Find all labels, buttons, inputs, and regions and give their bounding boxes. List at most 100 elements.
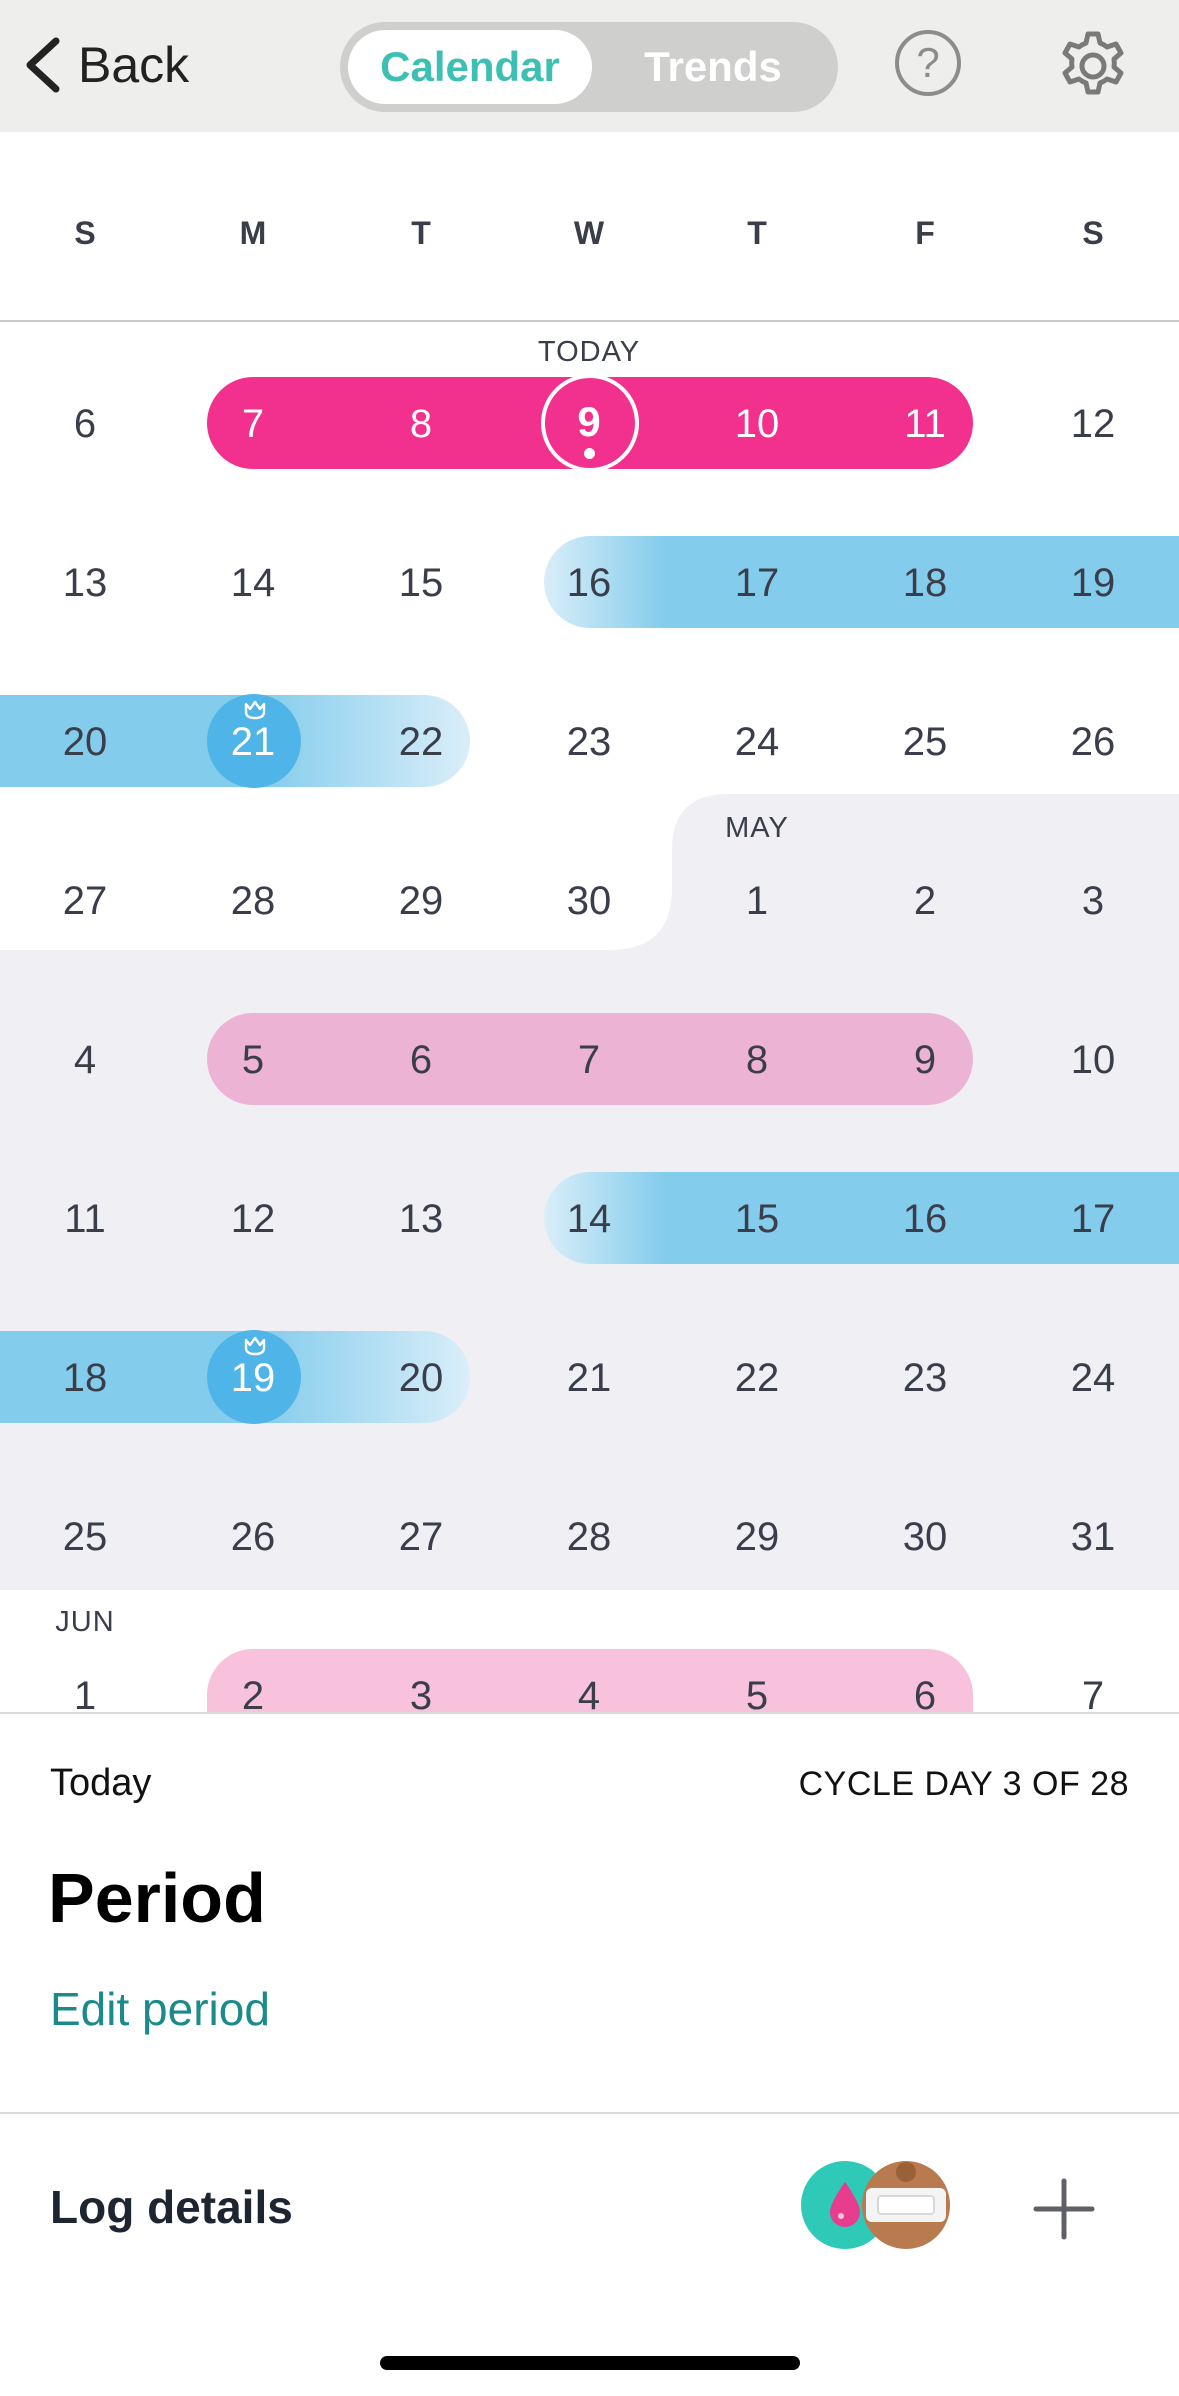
- day-cell[interactable]: 19: [1033, 559, 1153, 607]
- weekday-fri: F: [915, 215, 935, 251]
- section-divider: [0, 2112, 1179, 2114]
- day-cell-ovulation[interactable]: 19: [193, 1354, 313, 1402]
- day-cell[interactable]: 5: [697, 1672, 817, 1713]
- month-label-jun: JUN: [55, 1606, 115, 1638]
- tab-calendar[interactable]: Calendar: [348, 30, 592, 104]
- day-cell-ovulation[interactable]: 21: [193, 718, 313, 766]
- day-cell[interactable]: 20: [361, 1354, 481, 1402]
- day-cell[interactable]: 1: [697, 877, 817, 925]
- day-cell[interactable]: 17: [697, 559, 817, 607]
- back-button[interactable]: Back: [20, 30, 189, 100]
- symptom-body-icon: [862, 2161, 950, 2249]
- day-cell[interactable]: 10: [1033, 1036, 1153, 1084]
- day-cell[interactable]: 13: [361, 1195, 481, 1243]
- day-cell[interactable]: 8: [697, 1036, 817, 1084]
- top-bar: Back Calendar Trends ?: [0, 0, 1179, 132]
- day-cell[interactable]: 25: [25, 1513, 145, 1561]
- day-cell[interactable]: 29: [697, 1513, 817, 1561]
- back-chevron-icon: [26, 37, 60, 93]
- day-cell[interactable]: 6: [865, 1672, 985, 1713]
- back-label: Back: [78, 37, 190, 93]
- partial-week-row: 1 2 3 4 5 6 7: [0, 1640, 1179, 1713]
- day-cell[interactable]: 6: [361, 1036, 481, 1084]
- cycle-day-label: CYCLE DAY 3 OF 28: [798, 1765, 1129, 1803]
- weekday-wed: W: [573, 215, 605, 251]
- day-cell[interactable]: 23: [529, 718, 649, 766]
- edit-period-link[interactable]: Edit period: [50, 1982, 270, 2036]
- ovulation-flower-icon: [244, 1336, 266, 1356]
- day-cell[interactable]: 18: [865, 559, 985, 607]
- day-cell[interactable]: 26: [1033, 718, 1153, 766]
- day-cell[interactable]: 12: [193, 1195, 313, 1243]
- day-cell[interactable]: 15: [697, 1195, 817, 1243]
- day-cell[interactable]: 11: [865, 400, 985, 448]
- help-button[interactable]: ?: [895, 30, 961, 96]
- add-log-button[interactable]: [1030, 2175, 1098, 2243]
- day-cell[interactable]: 24: [1033, 1354, 1153, 1402]
- today-label: TODAY: [537, 336, 641, 368]
- day-cell[interactable]: 1: [25, 1672, 145, 1713]
- day-cell[interactable]: 26: [193, 1513, 313, 1561]
- day-cell[interactable]: 2: [865, 877, 985, 925]
- day-cell[interactable]: 13: [25, 559, 145, 607]
- weekday-thu: T: [747, 215, 767, 251]
- day-cell[interactable]: 28: [529, 1513, 649, 1561]
- sheet-top-divider: [0, 1712, 1179, 1714]
- tab-trends[interactable]: Trends: [596, 30, 830, 104]
- day-cell[interactable]: 30: [865, 1513, 985, 1561]
- day-cell[interactable]: 14: [193, 559, 313, 607]
- day-cell-today[interactable]: 9: [529, 398, 649, 446]
- day-cell[interactable]: 31: [1033, 1513, 1153, 1561]
- logged-items[interactable]: [800, 2160, 952, 2250]
- help-icon: ?: [916, 39, 940, 86]
- day-cell[interactable]: 10: [697, 400, 817, 448]
- day-cell[interactable]: 24: [697, 718, 817, 766]
- day-cell[interactable]: 14: [529, 1195, 649, 1243]
- day-cell[interactable]: 16: [865, 1195, 985, 1243]
- log-details-label: Log details: [50, 2181, 293, 2233]
- month-label-may: MAY: [725, 812, 789, 844]
- day-cell[interactable]: 28: [193, 877, 313, 925]
- day-cell[interactable]: 8: [361, 400, 481, 448]
- day-cell[interactable]: 4: [529, 1672, 649, 1713]
- weekday-sun: S: [74, 215, 96, 251]
- day-cell[interactable]: 30: [529, 877, 649, 925]
- day-cell[interactable]: 4: [25, 1036, 145, 1084]
- weekday-tue: T: [411, 215, 431, 251]
- day-cell[interactable]: 12: [1033, 400, 1153, 448]
- day-cell[interactable]: 5: [193, 1036, 313, 1084]
- ovulation-flower-icon: [244, 700, 266, 720]
- weekday-divider: [0, 320, 1179, 322]
- day-cell[interactable]: 22: [361, 718, 481, 766]
- day-cell[interactable]: 17: [1033, 1195, 1153, 1243]
- day-cell[interactable]: 7: [193, 400, 313, 448]
- day-cell[interactable]: 7: [529, 1036, 649, 1084]
- view-switcher: Calendar Trends: [340, 22, 838, 112]
- weekday-sat: S: [1082, 215, 1104, 251]
- today-log-dot: [584, 448, 595, 459]
- day-cell[interactable]: 29: [361, 877, 481, 925]
- day-cell[interactable]: 21: [529, 1354, 649, 1402]
- day-cell[interactable]: 18: [25, 1354, 145, 1402]
- day-cell[interactable]: 3: [1033, 877, 1153, 925]
- weekday-mon: M: [239, 215, 267, 251]
- day-cell[interactable]: 23: [865, 1354, 985, 1402]
- day-cell[interactable]: 9: [865, 1036, 985, 1084]
- gear-icon[interactable]: [1055, 28, 1131, 104]
- day-cell[interactable]: 7: [1033, 1672, 1153, 1713]
- day-cell[interactable]: 27: [25, 877, 145, 925]
- day-cell[interactable]: 20: [25, 718, 145, 766]
- phase-title: Period: [48, 1859, 266, 1937]
- day-cell[interactable]: 16: [529, 559, 649, 607]
- day-cell[interactable]: 25: [865, 718, 985, 766]
- day-cell[interactable]: 22: [697, 1354, 817, 1402]
- day-cell[interactable]: 6: [25, 400, 145, 448]
- day-cell[interactable]: 11: [25, 1195, 145, 1243]
- day-cell[interactable]: 3: [361, 1672, 481, 1713]
- day-cell[interactable]: 27: [361, 1513, 481, 1561]
- day-cell[interactable]: 2: [193, 1672, 313, 1713]
- home-indicator: [380, 2356, 800, 2370]
- today-heading: Today: [50, 1762, 152, 1804]
- plus-icon: [1033, 2178, 1095, 2240]
- day-cell[interactable]: 15: [361, 559, 481, 607]
